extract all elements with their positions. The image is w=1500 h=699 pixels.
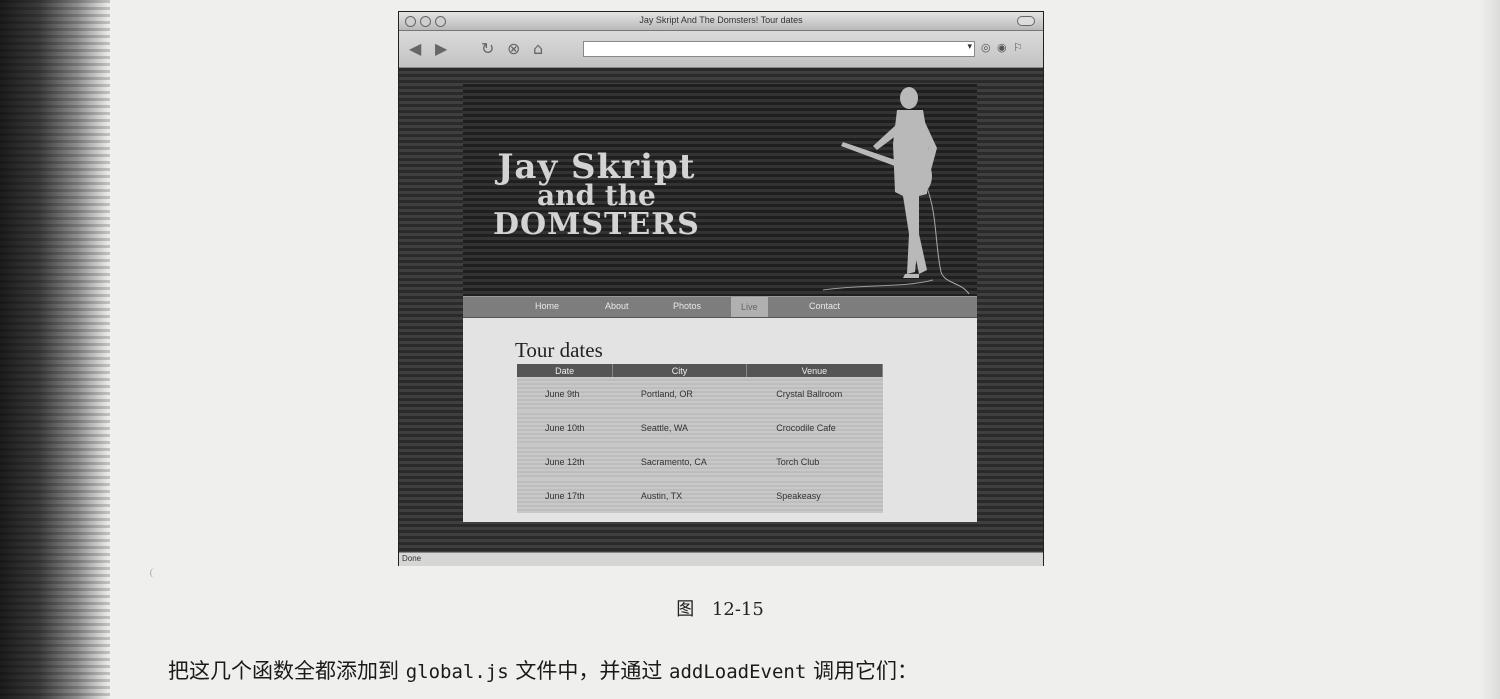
back-arrow-icon: ◀ [409, 39, 422, 58]
browser-statusbar: Done [399, 552, 1043, 566]
page-edge [1480, 0, 1500, 699]
go-icon: ◎ [981, 41, 991, 54]
site-header: Jay Skript and the DOMSTERS [463, 84, 977, 296]
date-cell: June 17th [517, 479, 613, 513]
logo-line-3: DOMSTERS [493, 207, 700, 242]
window-title: Jay Skript And The Domsters! Tour dates [639, 15, 803, 25]
venue-cell: Torch Club [746, 445, 883, 479]
site-navigation: Home About Photos Live Contact [463, 296, 977, 318]
table-header-row: Date City Venue [517, 364, 884, 377]
page-title: Tour dates [515, 338, 603, 362]
address-bar: ▾ [583, 41, 975, 57]
venue-cell: Crystal Ballroom [746, 377, 883, 411]
bookmark-icon: ⚐ [1013, 41, 1023, 54]
column-header-city: City [612, 364, 747, 377]
date-cell: June 12th [517, 445, 613, 479]
table-row: June 17th Austin, TX Speakeasy [517, 479, 883, 513]
nav-item-contact[interactable]: Contact [809, 301, 840, 311]
nav-item-home[interactable]: Home [535, 301, 559, 311]
code-function-name: addLoadEvent [669, 661, 807, 683]
date-cell: June 10th [517, 411, 613, 445]
code-filename: global.js [405, 661, 509, 683]
browser-window-screenshot: Jay Skript And The Domsters! Tour dates … [398, 11, 1044, 566]
city-cell: Austin, TX [612, 479, 747, 513]
nav-item-live[interactable]: Live [731, 297, 768, 317]
paragraph-text-1: 把这几个函数全都添加到 [168, 659, 406, 683]
browser-toolbar: ◀ ▶ ↻ ⊗ ⌂ ▾ ◎ ◉ ⚐ [399, 31, 1043, 68]
nav-item-photos[interactable]: Photos [673, 301, 701, 311]
column-header-venue: Venue [746, 364, 884, 377]
figure-label: 图 [676, 599, 695, 620]
paragraph-text-3: 调用它们： [806, 659, 918, 683]
city-cell: Portland, OR [612, 377, 747, 411]
paragraph-text-2: 文件中，并通过 [508, 659, 669, 683]
table-row: June 12th Sacramento, CA Torch Club [517, 445, 883, 479]
forward-arrow-icon: ▶ [435, 39, 448, 58]
figure-caption: 图 12-15 [0, 595, 1440, 621]
date-cell: June 9th [517, 377, 613, 411]
site-content: Tour dates Date City Venue June 9th Port… [463, 318, 977, 522]
reload-icon: ↻ [481, 39, 495, 58]
search-icon: ◉ [997, 41, 1007, 54]
stop-icon: ⊗ [507, 39, 521, 58]
page-viewport: Jay Skript and the DOMSTERS Home About P… [399, 68, 1043, 552]
chevron-down-icon: ▾ [967, 42, 972, 52]
table-row: June 10th Seattle, WA Crocodile Cafe [517, 411, 883, 445]
nav-item-about[interactable]: About [605, 301, 629, 311]
site-logo: Jay Skript and the DOMSTERS [493, 150, 700, 240]
column-header-date: Date [517, 364, 614, 377]
body-paragraph: 把这几个函数全都添加到 global.js 文件中，并通过 addLoadEve… [168, 655, 918, 685]
tour-dates-table: Date City Venue June 9th Portland, OR Cr… [517, 364, 884, 513]
city-cell: Seattle, WA [612, 411, 747, 445]
home-icon: ⌂ [533, 39, 544, 58]
city-cell: Sacramento, CA [612, 445, 747, 479]
figure-number: 12-15 [711, 599, 764, 620]
table-row: June 9th Portland, OR Crystal Ballroom [517, 377, 883, 411]
guitarist-silhouette-image [823, 87, 970, 295]
browser-titlebar: Jay Skript And The Domsters! Tour dates [399, 12, 1043, 31]
toolbar-toggle-icon [1017, 16, 1035, 26]
venue-cell: Crocodile Cafe [746, 411, 883, 445]
status-text: Done [402, 554, 422, 563]
pen-mark [150, 568, 159, 578]
venue-cell: Speakeasy [746, 479, 883, 513]
